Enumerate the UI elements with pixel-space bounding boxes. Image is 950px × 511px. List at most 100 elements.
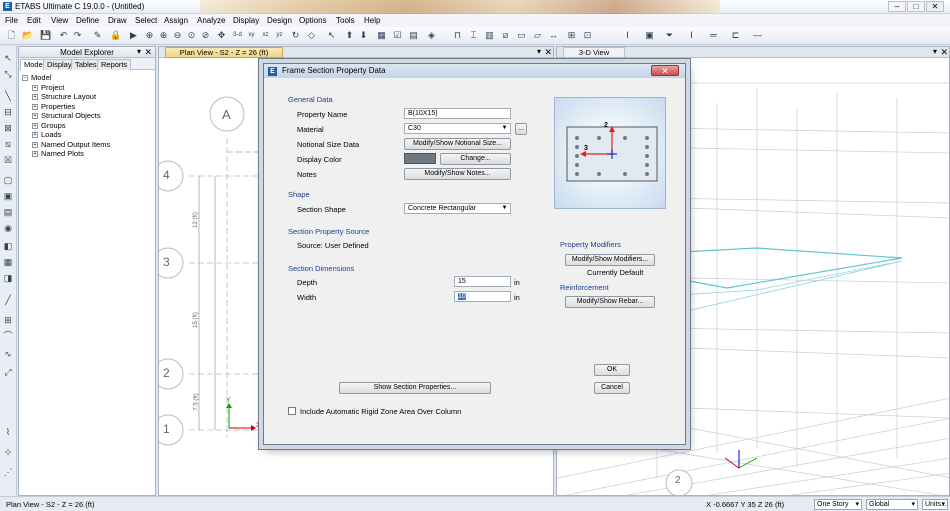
tree-item-structural-objects[interactable]: + Structural Objects [22, 111, 110, 121]
section-icon[interactable]: ▣ [644, 30, 655, 41]
maximize-button[interactable]: □ [907, 1, 925, 12]
menu-display[interactable]: Display [233, 16, 259, 25]
save-icon[interactable]: 💾 [40, 30, 51, 41]
draw-area-icon[interactable]: ▢ [2, 174, 14, 186]
expand-icon[interactable]: + [32, 132, 38, 139]
text-icon[interactable]: I [622, 30, 633, 41]
menu-design[interactable]: Design [267, 16, 292, 25]
menu-view[interactable]: View [51, 16, 68, 25]
open-folder-icon[interactable]: 📂 [22, 30, 33, 41]
zoom-out-icon[interactable]: ⊖ [172, 30, 183, 41]
draw-ruler-icon[interactable]: ⌇ [2, 426, 14, 438]
draw-rect-icon[interactable]: ▣ [2, 190, 14, 202]
dialog-close-button[interactable]: ✕ [651, 65, 679, 76]
tree-item-groups[interactable]: + Groups [22, 121, 110, 131]
new-file-icon[interactable]: 🗋 [6, 30, 17, 41]
tree-item-project[interactable]: + Project [22, 83, 110, 93]
draw-slab-icon[interactable]: ▦ [2, 256, 14, 268]
deck-icon[interactable]: ⊞ [566, 30, 577, 41]
tree-item-named-plots[interactable]: + Named Plots [22, 149, 110, 159]
collapse-icon[interactable]: − [22, 75, 28, 82]
notional-size-button[interactable]: Modify/Show Notional Size... [404, 138, 511, 150]
move-down-icon[interactable]: ⬇ [358, 30, 369, 41]
tree-item-structure-layout[interactable]: + Structure Layout [22, 92, 110, 102]
tab-plan-view[interactable]: Plan View - S2 - Z = 26 (ft) [165, 47, 283, 58]
i-section-icon[interactable]: Ⅰ [686, 30, 697, 41]
draw-misc-icon[interactable]: ⋰ [2, 466, 14, 478]
reshape-icon[interactable]: ⤡ [2, 68, 14, 80]
property-name-input[interactable]: B(10X15) [404, 108, 511, 119]
checkbox-icon[interactable]: ☑ [392, 30, 403, 41]
draw-quad-icon[interactable]: ▤ [2, 206, 14, 218]
expand-icon[interactable]: + [32, 122, 38, 129]
select-pointer-icon[interactable]: ↖ [2, 52, 14, 64]
view-xy-icon[interactable]: xy [246, 30, 257, 41]
change-color-button[interactable]: Change... [440, 153, 511, 165]
menu-select[interactable]: Select [135, 16, 157, 25]
menu-draw[interactable]: Draw [108, 16, 127, 25]
opening-icon[interactable]: ⊡ [582, 30, 593, 41]
frame-icon[interactable]: ⊓ [452, 30, 463, 41]
grid-icon[interactable]: ▤ [408, 30, 419, 41]
expand-icon[interactable]: + [32, 113, 38, 120]
column-icon[interactable]: ▥ [484, 30, 495, 41]
zoom-prev-icon[interactable]: ⊘ [200, 30, 211, 41]
draw-column-icon[interactable]: ⊠ [2, 122, 14, 134]
dashes-icon[interactable]: ═ [708, 30, 719, 41]
rotate-view-icon[interactable]: ↻ [290, 30, 301, 41]
perspective-icon[interactable]: ◇ [306, 30, 317, 41]
lock-icon[interactable]: 🔒 [110, 30, 121, 41]
pin-icon[interactable]: ▾ [933, 47, 937, 56]
beam-icon[interactable]: ⌶ [468, 30, 479, 41]
wall-icon[interactable]: ▭ [516, 30, 527, 41]
tab-reports[interactable]: Reports [97, 59, 132, 70]
menu-assign[interactable]: Assign [164, 16, 188, 25]
menu-help[interactable]: Help [364, 16, 380, 25]
draw-beam-icon[interactable]: ⊟ [2, 106, 14, 118]
ok-button[interactable]: OK [594, 364, 630, 376]
material-more-button[interactable]: ... [515, 123, 527, 135]
pin-icon[interactable]: ▾ [137, 47, 141, 56]
slab-icon[interactable]: ▱ [532, 30, 543, 41]
table-icon[interactable]: ⊏ [730, 30, 741, 41]
rigid-zone-checkbox[interactable] [288, 407, 296, 415]
units-button[interactable]: Units... [922, 499, 948, 510]
width-input[interactable]: 10 [454, 291, 511, 302]
close-window-button[interactable]: ✕ [926, 1, 944, 12]
draw-deck-icon[interactable]: ◨ [2, 272, 14, 284]
redo-icon[interactable]: ↷ [72, 30, 83, 41]
rebar-button[interactable]: Modify/Show Rebar... [565, 296, 655, 308]
tree-item-named-output[interactable]: + Named Output Items [22, 140, 110, 150]
draw-dim-icon[interactable]: ⤢ [2, 366, 14, 378]
move-up-icon[interactable]: ⬆ [344, 30, 355, 41]
brace-icon[interactable]: ⧄ [500, 30, 511, 41]
draw-brace-icon[interactable]: ⧅ [2, 138, 14, 150]
menu-analyze[interactable]: Analyze [197, 16, 225, 25]
menu-tools[interactable]: Tools [336, 16, 355, 25]
draw-line-icon[interactable]: ╲ [2, 90, 14, 102]
zoom-in-icon[interactable]: ⊕ [158, 30, 169, 41]
notes-button[interactable]: Modify/Show Notes... [404, 168, 511, 180]
select-all-icon[interactable]: ▦ [376, 30, 387, 41]
tab-3d-view[interactable]: 3-D View [563, 47, 625, 58]
close-plan-icon[interactable]: ✕ [544, 47, 552, 58]
draw-wave-icon[interactable]: ∿ [2, 348, 14, 360]
menu-edit[interactable]: Edit [27, 16, 41, 25]
story-select[interactable]: One Story [814, 499, 862, 510]
pointer-icon[interactable]: ↖ [326, 30, 337, 41]
pencil-icon[interactable]: ✎ [92, 30, 103, 41]
draw-tendon-icon[interactable]: ⌒ [2, 330, 14, 342]
pan-icon[interactable]: ✥ [216, 30, 227, 41]
tree-item-loads[interactable]: + Loads [22, 130, 110, 140]
menu-options[interactable]: Options [299, 16, 327, 25]
zoom-rect-icon[interactable]: ⊕ [144, 30, 155, 41]
material-select[interactable]: C30 ▼ [404, 123, 511, 134]
show-section-properties-button[interactable]: Show Section Properties... [339, 382, 491, 394]
section-shape-select[interactable]: Concrete Rectangular ▼ [404, 203, 511, 214]
menu-file[interactable]: File [5, 16, 18, 25]
funnel-icon[interactable]: ⏷ [664, 30, 675, 41]
cancel-button[interactable]: Cancel [594, 382, 630, 394]
undo-icon[interactable]: ↶ [58, 30, 69, 41]
line-icon[interactable]: — [752, 30, 763, 41]
view-xz-icon[interactable]: xz [260, 30, 271, 41]
